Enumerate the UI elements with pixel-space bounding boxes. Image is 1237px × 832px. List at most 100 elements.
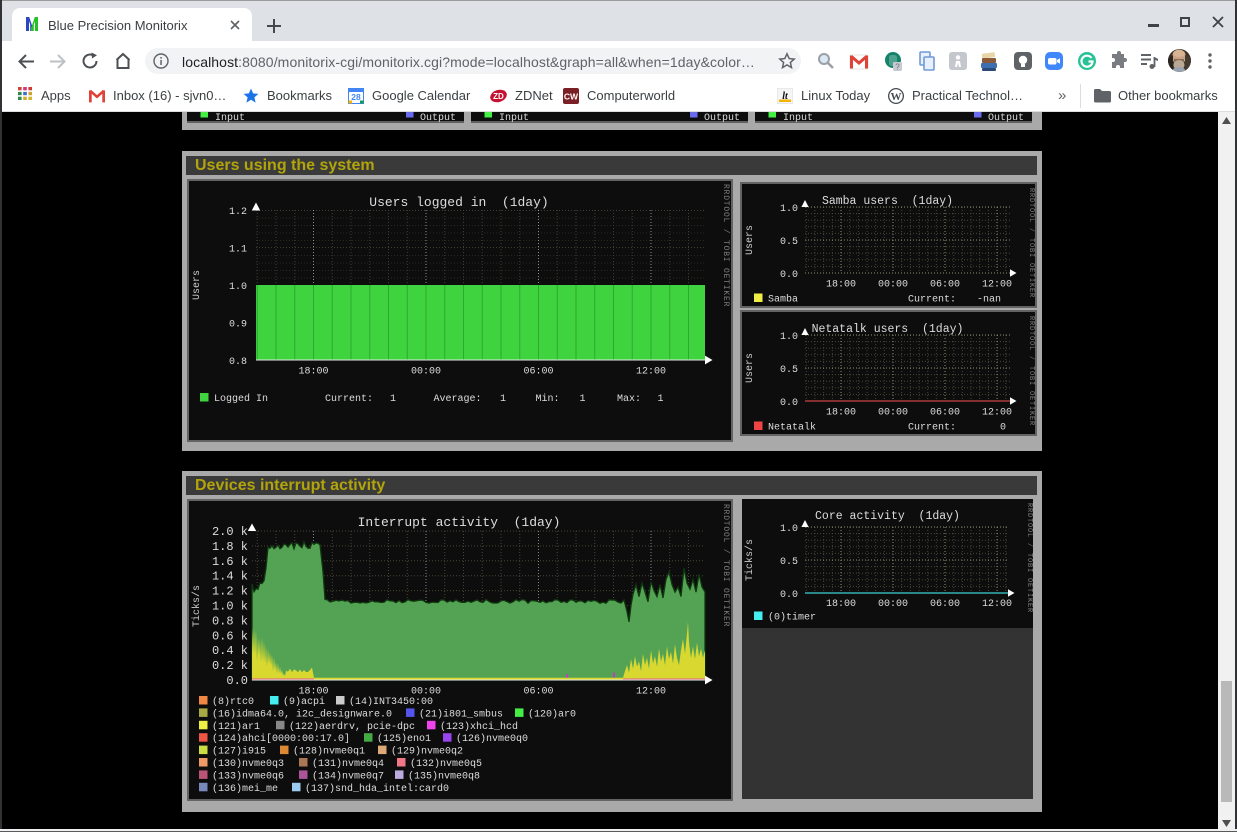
svg-text:(16)idma64.0, i2c_designware.0: (16)idma64.0, i2c_designware.0	[212, 708, 392, 720]
svg-text:18:00: 18:00	[826, 280, 856, 291]
svg-text:Samba users (1day): Samba users (1day)	[822, 195, 953, 208]
svg-text:00:00: 00:00	[878, 408, 908, 419]
svg-text:1.1: 1.1	[229, 245, 247, 256]
svg-text:Netatalk: Netatalk	[768, 422, 816, 434]
svg-text:06:00: 06:00	[523, 687, 553, 698]
svg-text:(128)nvme0q1: (128)nvme0q1	[293, 746, 365, 758]
svg-text:Min:: Min:	[536, 393, 560, 405]
svg-text:00:00: 00:00	[878, 280, 908, 291]
svg-text:Logged In: Logged In	[214, 393, 268, 405]
svg-text:(124)ahci[0000:00:17.0]: (124)ahci[0000:00:17.0]	[212, 733, 350, 745]
svg-text:(122)aerdrv, pcie-dpc: (122)aerdrv, pcie-dpc	[289, 721, 415, 733]
svg-text:18:00: 18:00	[298, 687, 328, 698]
svg-text:Current:: Current:	[908, 423, 956, 434]
svg-text:28: 28	[351, 92, 361, 102]
svg-text:1.6 k: 1.6 k	[212, 555, 248, 569]
svg-text:12:00: 12:00	[982, 408, 1012, 419]
svg-text:Samba: Samba	[768, 294, 798, 306]
svg-text:18:00: 18:00	[826, 408, 856, 419]
svg-text:06:00: 06:00	[930, 280, 960, 291]
svg-text:(8)rtc0: (8)rtc0	[212, 696, 254, 708]
svg-text:0: 0	[1000, 423, 1006, 434]
svg-text:1.0: 1.0	[780, 204, 798, 215]
svg-text:1.0: 1.0	[780, 524, 798, 535]
svg-text:1.4 k: 1.4 k	[212, 570, 248, 584]
svg-text:18:00: 18:00	[826, 599, 856, 610]
svg-text:0.0: 0.0	[226, 674, 248, 688]
svg-text:Input: Input	[499, 113, 529, 123]
svg-text:(123)xhci_hcd: (123)xhci_hcd	[440, 721, 518, 733]
svg-text:12:00: 12:00	[982, 280, 1012, 291]
svg-text:0.0: 0.0	[780, 270, 798, 281]
svg-text:CW: CW	[564, 92, 579, 102]
svg-text:RRDTOOL / TOBI OETIKER: RRDTOOL / TOBI OETIKER	[1027, 316, 1035, 426]
svg-text:W: W	[891, 91, 902, 103]
svg-text:18:00: 18:00	[298, 367, 328, 378]
svg-text:2.0 k: 2.0 k	[212, 525, 248, 539]
svg-text:RRDTOOL / TOBI OETIKER: RRDTOOL / TOBI OETIKER	[1025, 503, 1033, 613]
svg-text:(130)nvme0q3: (130)nvme0q3	[212, 758, 284, 770]
svg-text:(131)nvme0q4: (131)nvme0q4	[312, 758, 384, 770]
svg-text:Output: Output	[420, 113, 456, 123]
svg-text:00:00: 00:00	[411, 367, 441, 378]
svg-text:(14)INT3450:00: (14)INT3450:00	[349, 696, 433, 708]
svg-text:Users: Users	[192, 270, 203, 300]
svg-text:1: 1	[658, 394, 664, 405]
svg-text:1: 1	[580, 394, 586, 405]
svg-text:(127)i915: (127)i915	[212, 746, 266, 758]
svg-text:(121)ar1: (121)ar1	[212, 721, 260, 733]
svg-text:12:00: 12:00	[982, 599, 1012, 610]
svg-text:06:00: 06:00	[523, 367, 553, 378]
svg-text:(132)nvme0q5: (132)nvme0q5	[410, 758, 482, 770]
svg-text:06:00: 06:00	[930, 408, 960, 419]
svg-text:1.8 k: 1.8 k	[212, 540, 248, 554]
svg-text:(125)eno1: (125)eno1	[377, 733, 431, 745]
svg-text:(134)nvme0q7: (134)nvme0q7	[312, 770, 384, 782]
svg-text:Current:: Current:	[325, 394, 373, 405]
svg-text:1: 1	[500, 394, 506, 405]
svg-text:(136)mei_me: (136)mei_me	[212, 783, 278, 795]
svg-text:0.5: 0.5	[780, 237, 798, 248]
svg-text:RRDTOOL / TOBI OETIKER: RRDTOOL / TOBI OETIKER	[1027, 188, 1035, 298]
svg-text:Interrupt activity (1day): Interrupt activity (1day)	[358, 515, 561, 530]
svg-text:1.0: 1.0	[780, 332, 798, 343]
svg-text:Users logged in (1day): Users logged in (1day)	[369, 195, 548, 210]
svg-text:Current:: Current:	[908, 295, 956, 306]
svg-text:Input: Input	[783, 113, 813, 123]
svg-text:Ticks/s: Ticks/s	[191, 585, 203, 627]
svg-text:(129)nvme0q2: (129)nvme0q2	[391, 746, 463, 758]
svg-text:Users: Users	[745, 225, 756, 255]
svg-text:(137)snd_hda_intel:card0: (137)snd_hda_intel:card0	[305, 783, 449, 795]
svg-text:(120)ar0: (120)ar0	[528, 708, 576, 720]
svg-text:0.2 k: 0.2 k	[212, 659, 248, 673]
svg-text:0.5: 0.5	[780, 557, 798, 568]
svg-text:1: 1	[390, 394, 396, 405]
svg-text:1.0: 1.0	[229, 282, 247, 293]
svg-text:0.5: 0.5	[780, 365, 798, 376]
svg-text:Output: Output	[704, 113, 740, 123]
svg-text:1.0 k: 1.0 k	[212, 600, 248, 614]
svg-text:0.6 k: 0.6 k	[212, 629, 248, 643]
svg-text:Core activity (1day): Core activity (1day)	[815, 510, 960, 523]
svg-text:00:00: 00:00	[878, 599, 908, 610]
svg-text:(135)nvme0q8: (135)nvme0q8	[408, 770, 480, 782]
svg-text:RRDTOOL / TOBI OETIKER: RRDTOOL / TOBI OETIKER	[721, 504, 730, 627]
svg-text:Output: Output	[988, 113, 1024, 123]
svg-text:00:00: 00:00	[411, 687, 441, 698]
svg-text:12:00: 12:00	[636, 687, 666, 698]
svg-text:Average:: Average:	[434, 394, 482, 405]
svg-text:06:00: 06:00	[930, 599, 960, 610]
svg-text:RRDTOOL / TOBI OETIKER: RRDTOOL / TOBI OETIKER	[721, 184, 730, 307]
svg-text:0.8 k: 0.8 k	[212, 614, 248, 628]
svg-text:?: ?	[895, 63, 900, 72]
svg-text:0.8: 0.8	[229, 357, 247, 368]
svg-text:(21)i801_smbus: (21)i801_smbus	[419, 708, 503, 720]
svg-text:Max:: Max:	[617, 394, 641, 405]
svg-text:-nan: -nan	[977, 295, 1001, 306]
svg-text:(9)acpi: (9)acpi	[283, 696, 325, 708]
svg-text:ZD: ZD	[493, 92, 504, 101]
svg-text:(126)nvme0q0: (126)nvme0q0	[456, 733, 528, 745]
svg-text:0.0: 0.0	[780, 398, 798, 409]
svg-text:Ticks/s: Ticks/s	[744, 539, 756, 581]
svg-text:0.0: 0.0	[780, 590, 798, 601]
